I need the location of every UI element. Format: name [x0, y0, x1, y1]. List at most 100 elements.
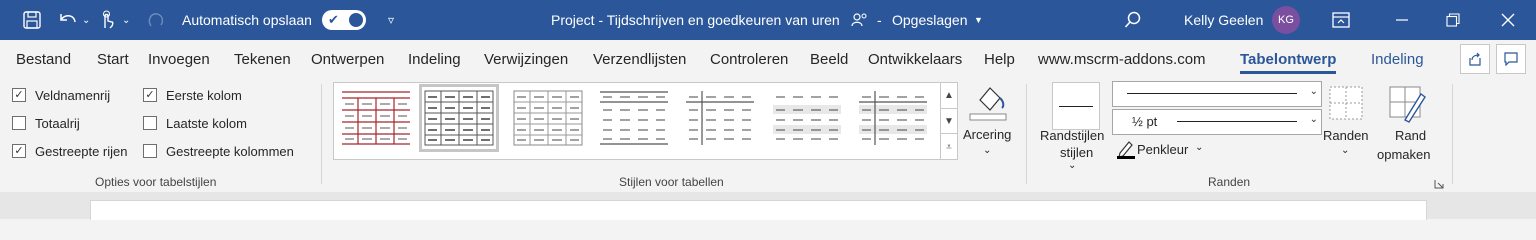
pen-color-label[interactable]: Penkleur — [1137, 142, 1188, 157]
checkbox-totaalrij[interactable]: Totaalrij — [12, 113, 80, 133]
table-style-thumbnail[interactable] — [340, 88, 412, 148]
tab-verzendlijsten[interactable]: Verzendlijsten — [593, 40, 686, 78]
tab-ontwerpen[interactable]: Ontwerpen — [311, 40, 384, 78]
autosave-label: Automatisch opslaan — [182, 12, 312, 28]
touch-dropdown-icon[interactable]: ⌄ — [122, 0, 130, 40]
tab-bestand[interactable]: Bestand — [16, 40, 71, 78]
table-styles-gallery: ▲ ▼ ⩡ — [333, 82, 958, 160]
table-style-thumbnail[interactable] — [771, 88, 843, 148]
border-style-preview[interactable] — [1052, 82, 1100, 130]
minimize-icon[interactable] — [1395, 0, 1409, 40]
checkmark-icon: ✔ — [328, 12, 339, 27]
tab-tabelontwerp[interactable]: Tabelontwerp — [1240, 40, 1337, 78]
border-style-line — [1059, 105, 1093, 107]
share-button[interactable] — [1460, 40, 1490, 78]
document-title[interactable]: Project - Tijdschrijven en goedkeuren va… — [551, 0, 840, 40]
title-separator: - — [877, 12, 882, 28]
avatar[interactable]: KG — [1272, 0, 1300, 40]
checkbox-eerste-kolom[interactable]: ✓ Eerste kolom — [143, 85, 242, 105]
tab-tekenen[interactable]: Tekenen — [234, 40, 291, 78]
table-style-thumbnail[interactable] — [598, 88, 670, 148]
search-icon[interactable] — [1124, 0, 1142, 40]
borders-label[interactable]: Randen — [1323, 128, 1369, 143]
user-name[interactable]: Kelly Geelen — [1184, 0, 1263, 40]
checkbox-box — [143, 144, 157, 158]
line-style-dropdown[interactable]: ⌄ — [1112, 81, 1322, 107]
checkbox-label: Gestreepte rijen — [35, 143, 128, 159]
tab-indeling[interactable]: Indeling — [408, 40, 461, 78]
table-style-thumbnail-selected[interactable] — [419, 84, 499, 152]
gallery-scroll-down-icon[interactable]: ▼ — [940, 108, 957, 134]
shading-label[interactable]: Arcering — [963, 127, 1011, 142]
title-dropdown-icon[interactable]: ▼ — [974, 0, 983, 40]
checkbox-box: ✓ — [143, 88, 157, 102]
line-weight-value: ½ pt — [1132, 114, 1158, 129]
line-weight-preview — [1177, 121, 1297, 122]
touch-mode-icon[interactable] — [98, 0, 116, 40]
pen-color-icon[interactable] — [1116, 139, 1136, 159]
tab-invoegen[interactable]: Invoegen — [148, 40, 210, 78]
checkbox-box — [143, 116, 157, 130]
group-label-options: Opties voor tabelstijlen — [95, 175, 217, 189]
border-styles-label-2: stijlen — [1060, 145, 1094, 160]
borders-dropdown-icon[interactable]: ⌄ — [1341, 145, 1349, 156]
checkbox-gestreepte-rijen[interactable]: ✓ Gestreepte rijen — [12, 141, 128, 161]
dialog-launcher-icon[interactable] — [1434, 176, 1444, 189]
border-painter-label[interactable]: Rand — [1395, 128, 1426, 143]
ribbon-tabs: Bestand Start Invoegen Tekenen Ontwerpen… — [0, 40, 1536, 78]
tab-ontwikkelaars[interactable]: Ontwikkelaars — [868, 40, 962, 78]
border-styles-dropdown-icon[interactable]: ⌄ — [1068, 160, 1076, 171]
comment-icon — [1496, 44, 1526, 74]
tab-beeld[interactable]: Beeld — [810, 40, 848, 78]
table-style-thumbnail[interactable] — [512, 88, 584, 148]
title-bar: ⌄ ⌄ Automatisch opslaan ✔ ▿ Project - Ti… — [0, 0, 1536, 40]
checkbox-gestreepte-kolommen[interactable]: Gestreepte kolommen — [143, 141, 294, 161]
group-label-borders: Randen — [1208, 175, 1251, 189]
share-icon — [1460, 44, 1490, 74]
checkbox-label: Totaalrij — [35, 115, 80, 131]
group-separator — [1026, 84, 1027, 184]
table-style-thumbnail[interactable] — [684, 88, 756, 148]
ribbon: ✓ Veldnamenrij Totaalrij ✓ Gestreepte rije… — [0, 78, 1536, 192]
pen-color-dropdown-icon[interactable]: ⌄ — [1195, 142, 1203, 153]
document-page[interactable] — [90, 200, 1427, 220]
ribbon-display-icon[interactable] — [1332, 0, 1350, 40]
save-state[interactable]: Opgeslagen — [892, 0, 968, 40]
group-label-table-styles: Stijlen voor tabellen — [619, 175, 724, 189]
tab-help[interactable]: Help — [984, 40, 1015, 78]
redo-icon — [145, 0, 167, 40]
shading-dropdown-icon[interactable]: ⌄ — [983, 145, 991, 156]
border-styles-label[interactable]: Randstijlen — [1040, 128, 1104, 143]
shading-bucket-icon[interactable] — [966, 82, 1010, 122]
line-style-preview — [1127, 93, 1297, 94]
tab-mscrm-addons[interactable]: www.mscrm-addons.com — [1038, 40, 1206, 78]
table-style-thumbnail[interactable] — [857, 88, 929, 148]
borders-icon[interactable] — [1327, 84, 1365, 122]
tab-controleren[interactable]: Controleren — [710, 40, 788, 78]
line-weight-dropdown[interactable]: ½ pt ⌄ — [1112, 109, 1322, 135]
tab-indeling-table[interactable]: Indeling — [1371, 40, 1424, 78]
tab-start[interactable]: Start — [97, 40, 129, 78]
save-icon[interactable] — [22, 0, 42, 40]
avatar-initials: KG — [1272, 6, 1300, 34]
group-separator — [321, 84, 322, 184]
checkbox-veldnamenrij[interactable]: ✓ Veldnamenrij — [12, 85, 110, 105]
undo-icon[interactable] — [57, 0, 79, 40]
gallery-scroll-up-icon[interactable]: ▲ — [940, 83, 957, 108]
border-painter-icon[interactable] — [1387, 84, 1427, 124]
undo-dropdown-icon[interactable]: ⌄ — [82, 0, 90, 40]
gallery-more-icon[interactable]: ⩡ — [940, 133, 957, 160]
customize-toolbar-icon[interactable]: ▿ — [388, 0, 394, 40]
checkbox-laatste-kolom[interactable]: Laatste kolom — [143, 113, 247, 133]
checkbox-label: Eerste kolom — [166, 87, 242, 103]
chevron-down-icon: ⌄ — [1309, 86, 1318, 97]
restore-icon[interactable] — [1446, 0, 1460, 40]
tab-verwijzingen[interactable]: Verwijzingen — [484, 40, 568, 78]
checkbox-label: Gestreepte kolommen — [166, 143, 294, 159]
checkbox-label: Veldnamenrij — [35, 87, 111, 103]
close-icon[interactable] — [1501, 0, 1515, 40]
group-separator — [1452, 84, 1453, 184]
chevron-down-icon: ⌄ — [1309, 114, 1318, 125]
comments-button[interactable] — [1496, 40, 1526, 78]
autosave-toggle[interactable]: ✔ — [322, 0, 366, 40]
